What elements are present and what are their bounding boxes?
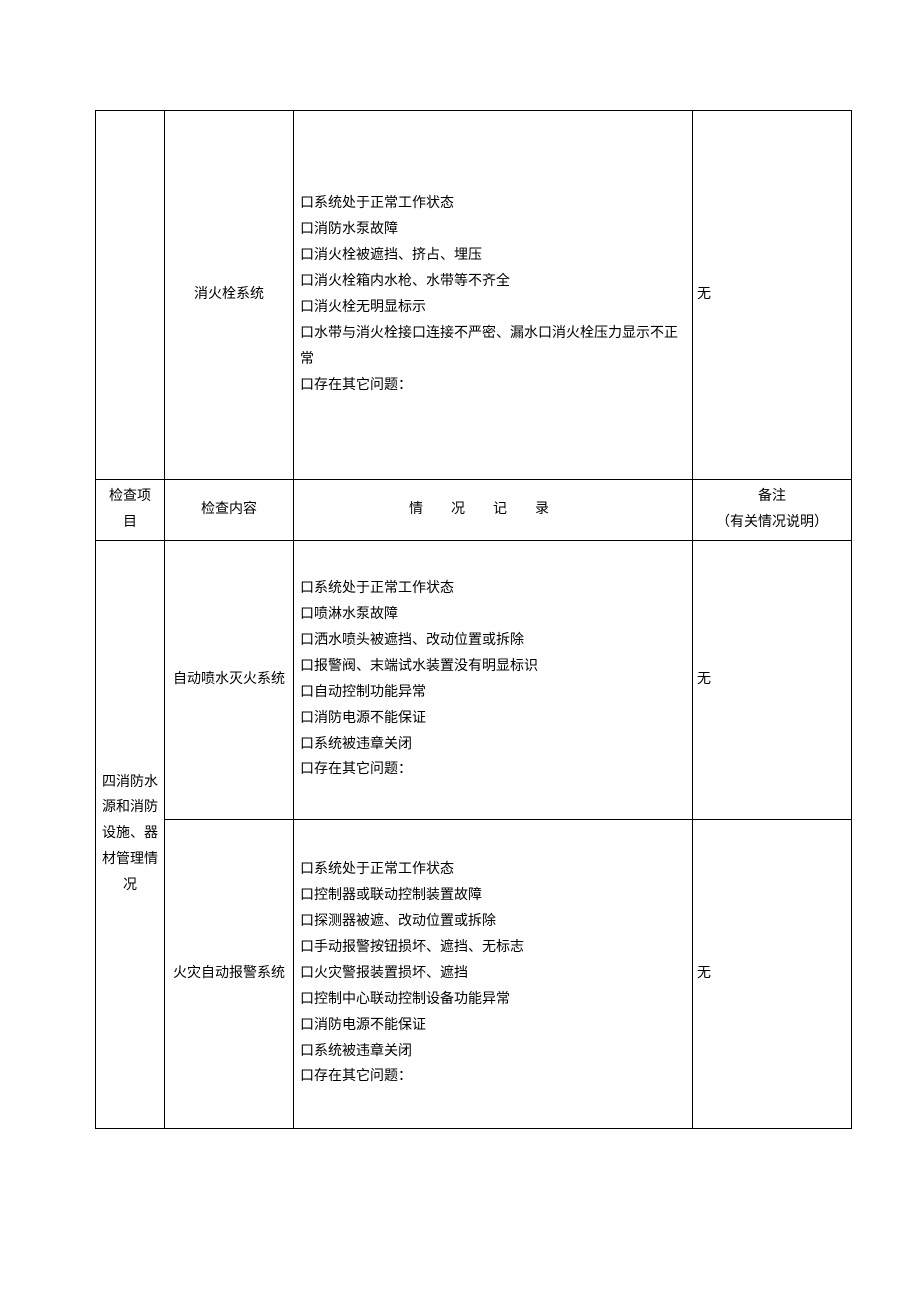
content-cell: 自动喷水灭火系统 [165, 540, 294, 819]
record-line: 口火灾警报装置损坏、遮挡 [300, 961, 688, 987]
record-line: 口自动控制功能异常 [300, 680, 688, 706]
record-line: 口探测器被遮、改动位置或拆除 [300, 909, 688, 935]
record-line: 口存在其它问题： [300, 1064, 688, 1090]
table-row: 消火栓系统 口系统处于正常工作状态 口消防水泵故障 口消火栓被遮挡、挤占、埋压 … [96, 111, 852, 480]
header-record: 情况记录 [294, 480, 693, 541]
document-page: 消火栓系统 口系统处于正常工作状态 口消防水泵故障 口消火栓被遮挡、挤占、埋压 … [0, 0, 920, 1239]
record-line: 口系统被违章关闭 [300, 1039, 688, 1065]
header-content: 检查内容 [165, 480, 294, 541]
header-remark-l1: 备注 [697, 484, 847, 510]
project-cell-section: 四消防水源和消防设施、器材管理情况 [96, 540, 165, 1128]
header-project-l1: 检查项 [100, 484, 160, 510]
record-line: 口洒水喷头被遮挡、改动位置或拆除 [300, 628, 688, 654]
record-line: 口系统被违章关闭 [300, 732, 688, 758]
record-line: 口手动报警按钮损坏、遮挡、无标志 [300, 935, 688, 961]
record-line: 口系统处于正常工作状态 [300, 857, 688, 883]
record-line: 口报警阀、末端试水装置没有明显标识 [300, 654, 688, 680]
record-line: 口水带与消火栓接口连接不严密、漏水口消火栓压力显示不正常 [300, 321, 688, 373]
record-line: 口消防电源不能保证 [300, 706, 688, 732]
record-line: 口系统处于正常工作状态 [300, 191, 688, 217]
record-line: 口消火栓无明显标示 [300, 295, 688, 321]
record-line: 口控制器或联动控制装置故障 [300, 883, 688, 909]
remark-cell: 无 [693, 111, 852, 480]
header-remark-l2: （有关情况说明） [697, 510, 847, 536]
record-cell: 口系统处于正常工作状态 口消防水泵故障 口消火栓被遮挡、挤占、埋压 口消火栓箱内… [294, 111, 693, 480]
table-row: 四消防水源和消防设施、器材管理情况 自动喷水灭火系统 口系统处于正常工作状态 口… [96, 540, 852, 819]
record-line: 口消防电源不能保证 [300, 1013, 688, 1039]
header-record-text: 情况记录 [409, 502, 577, 517]
content-cell: 消火栓系统 [165, 111, 294, 480]
record-lines: 口系统处于正常工作状态 口消防水泵故障 口消火栓被遮挡、挤占、埋压 口消火栓箱内… [298, 191, 688, 398]
record-line: 口消防水泵故障 [300, 217, 688, 243]
record-cell: 口系统处于正常工作状态 口喷淋水泵故障 口洒水喷头被遮挡、改动位置或拆除 口报警… [294, 540, 693, 819]
record-line: 口存在其它问题： [300, 373, 688, 399]
header-project-l2: 目 [100, 510, 160, 536]
record-line: 口系统处于正常工作状态 [300, 576, 688, 602]
inspection-table: 消火栓系统 口系统处于正常工作状态 口消防水泵故障 口消火栓被遮挡、挤占、埋压 … [95, 110, 852, 1129]
header-remark: 备注 （有关情况说明） [693, 480, 852, 541]
content-cell: 火灾自动报警系统 [165, 819, 294, 1128]
record-line: 口消火栓箱内水枪、水带等不齐全 [300, 269, 688, 295]
remark-cell: 无 [693, 819, 852, 1128]
record-lines: 口系统处于正常工作状态 口喷淋水泵故障 口洒水喷头被遮挡、改动位置或拆除 口报警… [298, 576, 688, 783]
header-project: 检查项 目 [96, 480, 165, 541]
record-line: 口控制中心联动控制设备功能异常 [300, 987, 688, 1013]
project-cell-empty [96, 111, 165, 480]
record-line: 口消火栓被遮挡、挤占、埋压 [300, 243, 688, 269]
table-row: 火灾自动报警系统 口系统处于正常工作状态 口控制器或联动控制装置故障 口探测器被… [96, 819, 852, 1128]
record-lines: 口系统处于正常工作状态 口控制器或联动控制装置故障 口探测器被遮、改动位置或拆除… [298, 857, 688, 1090]
remark-cell: 无 [693, 540, 852, 819]
table-header-row: 检查项 目 检查内容 情况记录 备注 （有关情况说明） [96, 480, 852, 541]
record-line: 口存在其它问题： [300, 757, 688, 783]
record-line: 口喷淋水泵故障 [300, 602, 688, 628]
record-cell: 口系统处于正常工作状态 口控制器或联动控制装置故障 口探测器被遮、改动位置或拆除… [294, 819, 693, 1128]
